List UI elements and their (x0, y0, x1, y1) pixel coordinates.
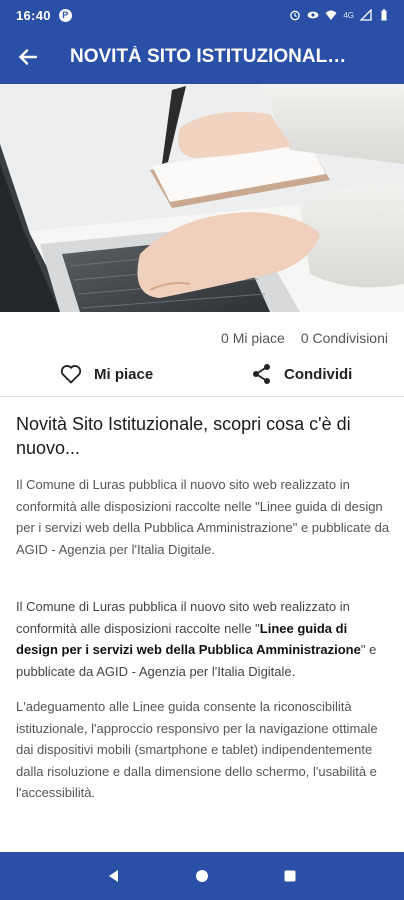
signal-icon (360, 9, 372, 21)
typing-on-laptop-illustration (0, 84, 404, 312)
nav-home-icon[interactable] (195, 869, 209, 883)
section-divider (0, 396, 404, 397)
article-summary: Il Comune di Luras pubblica il nuovo sit… (16, 477, 390, 557)
action-row: Mi piace Condividi (0, 358, 404, 390)
status-time: 16:40 (16, 7, 51, 23)
alarm-icon (290, 10, 301, 21)
article-content: Novità Sito Istituzionale, scopri cosa c… (16, 412, 392, 804)
app-notification-icon: P (58, 8, 72, 22)
article-body-paragraph-2: L'adeguamento alle Linee guida consente … (16, 699, 378, 800)
back-button[interactable] (0, 30, 56, 84)
page-title: NOVITÀ SITO ISTITUZIONALE, ... (70, 46, 356, 67)
shares-count: 0 Condivisioni (300, 330, 388, 346)
like-label: Mi piace (94, 365, 154, 383)
share-label: Condividi (284, 365, 353, 383)
likes-count: 0 Mi piace (221, 330, 285, 346)
wifi-icon (325, 10, 337, 20)
share-button[interactable]: Condividi (252, 363, 352, 385)
nav-back-icon[interactable] (107, 869, 121, 883)
arrow-back-icon (18, 49, 38, 65)
network-type-label: 4G (343, 10, 354, 20)
engagement-stats: 0 Mi piace 0 Condivisioni (221, 330, 388, 346)
article-title: Novità Sito Istituzionale, scopri cosa c… (16, 414, 351, 458)
hero-image (0, 84, 404, 312)
share-icon (253, 364, 270, 384)
app-bar: NOVITÀ SITO ISTITUZIONALE, ... (0, 30, 404, 84)
heart-outline-icon (60, 365, 82, 384)
battery-icon (381, 9, 387, 21)
article-body-paragraph-1: Il Comune di Luras pubblica il nuovo sit… (16, 596, 392, 682)
nav-recents-icon[interactable] (283, 869, 297, 883)
system-nav-bar (0, 852, 404, 900)
like-button[interactable]: Mi piace (60, 364, 153, 384)
eye-icon (307, 11, 319, 19)
status-bar: 16:40 P 4G (0, 0, 404, 30)
